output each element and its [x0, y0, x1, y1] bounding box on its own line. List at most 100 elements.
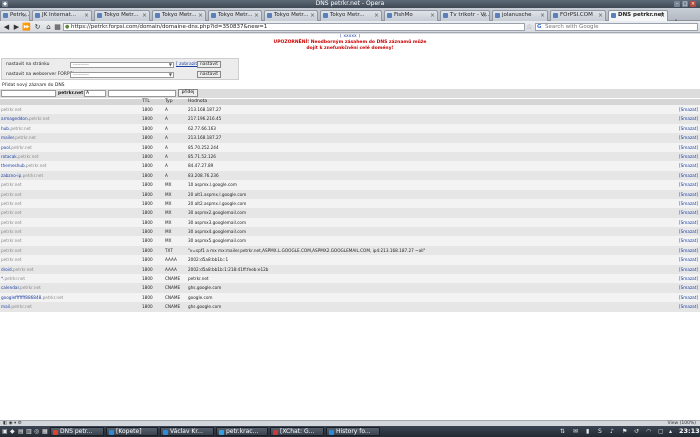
- tab-close-icon[interactable]: ×: [598, 11, 603, 20]
- launcher-icon[interactable]: ◆: [10, 428, 15, 435]
- tab-close-icon[interactable]: ×: [660, 11, 665, 20]
- wifi-icon[interactable]: ◠: [646, 428, 651, 435]
- record-host[interactable]: petrkr.net: [1, 199, 22, 208]
- tab-2[interactable]: Tokyo Metr... ×: [94, 10, 150, 21]
- record-host[interactable]: petrkr.net: [1, 208, 22, 217]
- delete-link[interactable]: [Smazat]: [679, 180, 698, 189]
- taskbar-item-4[interactable]: [XChat: G...: [270, 427, 324, 436]
- record-host[interactable]: calendar.petrkr.net: [1, 283, 41, 292]
- tab-8[interactable]: Tv trikotr - Vi... ×: [440, 10, 490, 21]
- delete-link[interactable]: [Smazat]: [679, 218, 698, 227]
- network-icon[interactable]: ⇅: [560, 428, 565, 435]
- tab-6[interactable]: Tokyo Metr... ×: [320, 10, 382, 21]
- tab-9[interactable]: jolanusche ×: [492, 10, 548, 21]
- files-icon[interactable]: ▥: [26, 428, 32, 435]
- tab-close-icon[interactable]: ×: [482, 11, 487, 20]
- flag-icon[interactable]: ⚑: [622, 428, 627, 435]
- delete-link[interactable]: [Smazat]: [679, 171, 698, 180]
- delete-link[interactable]: [Smazat]: [679, 293, 698, 302]
- delete-link[interactable]: [Smazat]: [679, 199, 698, 208]
- page-select[interactable]: ----------- ▼: [70, 62, 174, 68]
- volume-icon[interactable]: ♪: [610, 428, 614, 435]
- delete-link[interactable]: [Smazat]: [679, 283, 698, 292]
- tab-close-icon[interactable]: ×: [142, 11, 147, 20]
- taskbar-item-5[interactable]: History fo...: [326, 427, 380, 436]
- tab-10[interactable]: FOrPSI.COM ×: [550, 10, 606, 21]
- delete-link[interactable]: [Smazat]: [679, 190, 698, 199]
- search-input[interactable]: G Search with Google: [535, 23, 698, 31]
- record-host[interactable]: rotacak.petrkr.net: [1, 152, 39, 161]
- record-host[interactable]: petrkr.net: [1, 255, 22, 264]
- chat-icon[interactable]: ✉: [573, 428, 578, 435]
- webserver-select[interactable]: ----------- ▼: [70, 72, 174, 78]
- delete-link[interactable]: [Smazat]: [679, 143, 698, 152]
- bookmark-star-icon[interactable]: ☆: [526, 23, 532, 31]
- delete-link[interactable]: [Smazat]: [679, 274, 698, 283]
- tab-0[interactable]: Petrk... ×: [0, 10, 30, 21]
- record-host[interactable]: petrkr.net: [1, 180, 22, 189]
- home-icon[interactable]: ⌂: [44, 23, 53, 31]
- reload-icon[interactable]: ↻: [33, 23, 42, 31]
- type-select[interactable]: A: [84, 90, 106, 97]
- tab-3[interactable]: Tokyo Metr... ×: [152, 10, 206, 21]
- taskbar-item-1[interactable]: [Kopete]: [106, 427, 158, 436]
- tab-11[interactable]: DNS petrkr.net ×: [608, 10, 668, 21]
- update-icon[interactable]: ↺: [634, 428, 639, 435]
- record-host[interactable]: petrkr.net: [1, 218, 22, 227]
- record-host[interactable]: petrkr.net: [1, 227, 22, 236]
- record-host[interactable]: petrkr.net: [1, 236, 22, 245]
- taskbar-item-3[interactable]: petr.krac...: [216, 427, 268, 436]
- record-host[interactable]: armageddon.petrkr.net: [1, 114, 50, 123]
- value-input[interactable]: [108, 90, 176, 97]
- delete-link[interactable]: [Smazat]: [679, 161, 698, 170]
- apps-icon[interactable]: ▦: [42, 428, 48, 435]
- window-menu-icon[interactable]: ◆: [2, 1, 8, 7]
- record-host[interactable]: *.petrkr.net: [1, 274, 25, 283]
- host-input[interactable]: [1, 90, 56, 97]
- record-host[interactable]: droid.petrkr.net: [1, 265, 34, 274]
- tab-close-icon[interactable]: ×: [374, 11, 379, 20]
- forward-icon[interactable]: ▶: [12, 23, 21, 31]
- tab-close-icon[interactable]: ×: [310, 11, 315, 20]
- tab-1[interactable]: JK Internat... ×: [32, 10, 92, 21]
- tab-close-icon[interactable]: ×: [198, 11, 203, 20]
- tab-4[interactable]: Tokyo Metr... ×: [208, 10, 262, 21]
- clipboard-icon[interactable]: ▢: [658, 428, 664, 435]
- set-webserver-button[interactable]: nastavit: [197, 71, 221, 78]
- terminal-icon[interactable]: ▤: [18, 428, 24, 435]
- speed-dial-icon[interactable]: ▦: [53, 23, 62, 31]
- delete-link[interactable]: [Smazat]: [679, 114, 698, 123]
- record-host[interactable]: petrkr.net: [1, 246, 22, 255]
- record-host[interactable]: mail.petrkr.net: [1, 302, 32, 311]
- delete-link[interactable]: [Smazat]: [679, 133, 698, 142]
- tab-close-icon[interactable]: ×: [430, 11, 435, 20]
- close-icon[interactable]: ×: [690, 1, 696, 7]
- record-host[interactable]: hub.petrkr.net: [1, 124, 31, 133]
- fast-forward-icon[interactable]: ⏩: [22, 23, 31, 31]
- clock[interactable]: 23:13: [679, 427, 700, 436]
- record-host[interactable]: mailer.petrkr.net: [1, 133, 36, 142]
- delete-link[interactable]: [Smazat]: [679, 227, 698, 236]
- pager[interactable]: [ xxxxx ]: [0, 34, 700, 39]
- record-host[interactable]: pool.petrkr.net: [1, 143, 32, 152]
- tab-close-icon[interactable]: ×: [22, 11, 27, 20]
- tab-close-icon[interactable]: ×: [540, 11, 545, 20]
- skype-icon[interactable]: S: [598, 428, 602, 435]
- tab-7[interactable]: FishMo ×: [384, 10, 438, 21]
- delete-link[interactable]: [Smazat]: [679, 124, 698, 133]
- delete-link[interactable]: [Smazat]: [679, 302, 698, 311]
- record-host[interactable]: zabzno-ip.petrkr.net: [1, 171, 43, 180]
- delete-link[interactable]: [Smazat]: [679, 152, 698, 161]
- record-host[interactable]: petrkr.net: [1, 190, 22, 199]
- taskbar-item-2[interactable]: Václav Kr...: [160, 427, 214, 436]
- set-page-button[interactable]: nastavit: [197, 61, 221, 68]
- maximize-icon[interactable]: □: [682, 1, 688, 7]
- delete-link[interactable]: [Smazat]: [679, 105, 698, 114]
- minimize-icon[interactable]: –: [674, 1, 680, 7]
- tab-close-icon[interactable]: ×: [254, 11, 259, 20]
- taskbar-item-0[interactable]: DNS petr...: [50, 427, 104, 436]
- back-icon[interactable]: ◀: [2, 23, 11, 31]
- delete-link[interactable]: [Smazat]: [679, 246, 698, 255]
- tab-close-icon[interactable]: ×: [84, 11, 89, 20]
- expand-tray-icon[interactable]: ▴: [669, 428, 672, 435]
